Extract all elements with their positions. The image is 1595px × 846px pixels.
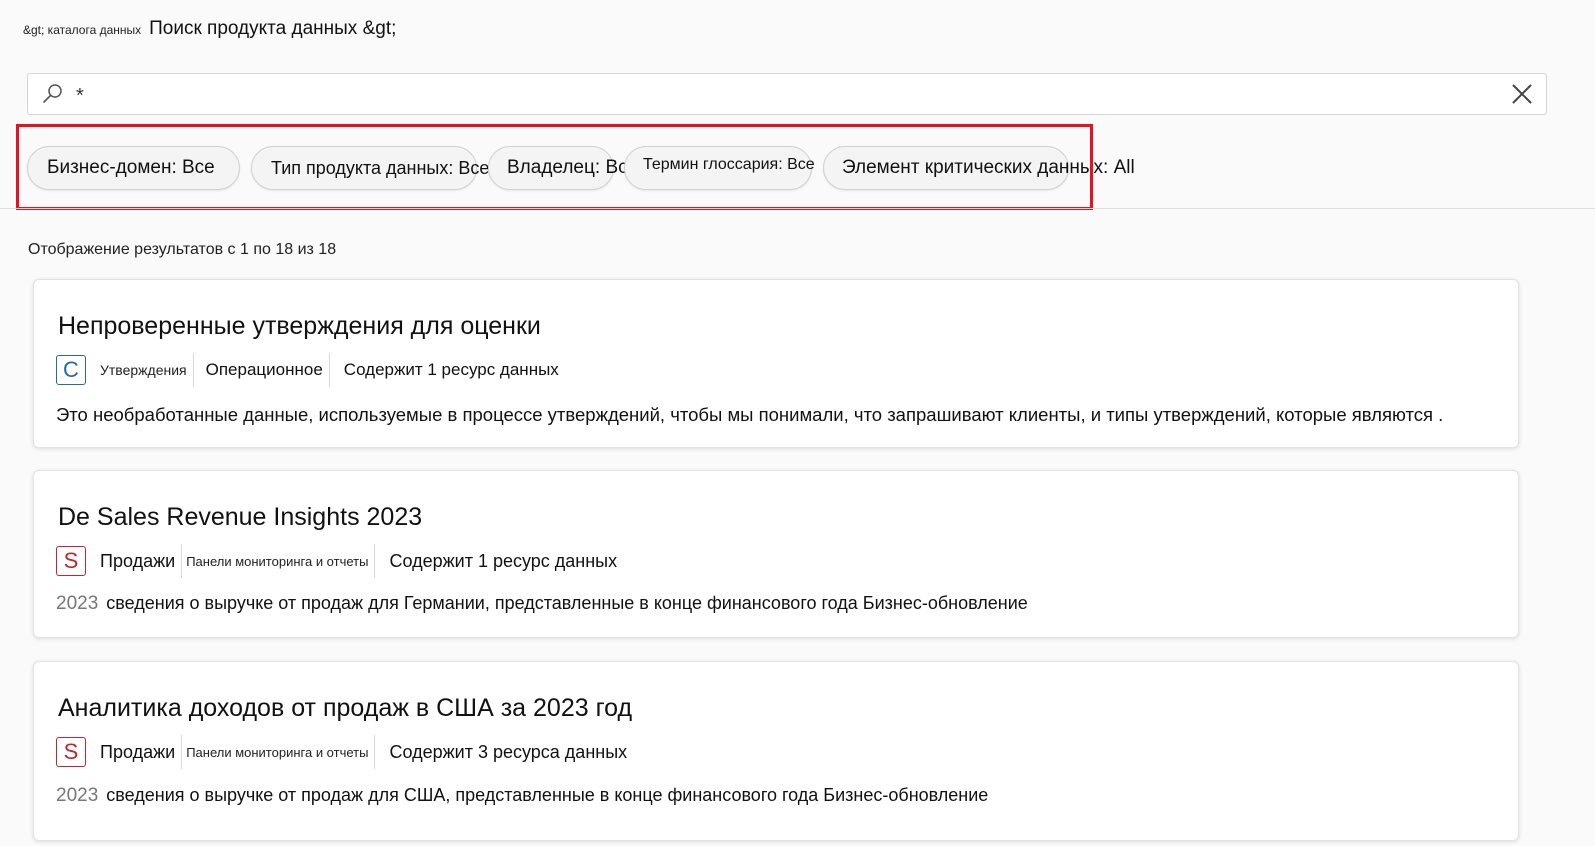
header-divider: [0, 208, 1595, 209]
card-description-text: сведения о выручке от продаж для Германи…: [106, 593, 1028, 613]
result-card[interactable]: De Sales Revenue Insights 2023 S Продажи…: [33, 470, 1519, 638]
card-type: Панели мониторинга и отчеты: [186, 744, 369, 760]
breadcrumb: &gt; каталога данных Поиск продукта данн…: [23, 18, 396, 40]
card-title[interactable]: Непроверенные утверждения для оценки: [58, 312, 541, 341]
card-description: 2023 сведения о выручке от продаж для Гер…: [56, 593, 1028, 615]
card-meta: S Продажи Панели мониторинга и отчеты Со…: [56, 544, 617, 578]
card-contains: Содержит 1 ресурс данных: [389, 550, 618, 571]
domain-badge: C: [56, 355, 86, 385]
card-year: 2023: [56, 785, 99, 806]
card-description: 2023 сведения о выручке от продаж для США…: [56, 785, 988, 807]
card-type: Панели мониторинга и отчеты: [186, 553, 369, 569]
search-input[interactable]: [74, 82, 1478, 110]
card-contains: Содержит 1 ресурс данных: [343, 360, 559, 379]
card-title[interactable]: Аналитика доходов от продаж в США за 202…: [58, 694, 632, 723]
search-icon: [43, 84, 62, 103]
filters-highlight-box: [16, 124, 1093, 210]
card-description: Это необработанные данные, используемые …: [56, 404, 1443, 426]
breadcrumb-catalog-link[interactable]: &gt; каталога данных: [23, 23, 141, 37]
meta-separator: [192, 353, 194, 387]
card-title[interactable]: De Sales Revenue Insights 2023: [58, 503, 422, 532]
meta-separator: [374, 544, 376, 578]
result-card[interactable]: Непроверенные утверждения для оценки C У…: [33, 279, 1519, 448]
breadcrumb-current: Поиск продукта данных &gt;: [149, 18, 397, 39]
card-description-text: сведения о выручке от продаж для США, пр…: [106, 785, 989, 805]
card-meta: S Продажи Панели мониторинга и отчеты Со…: [56, 735, 627, 769]
card-description-text: Это необработанные данные, используемые …: [56, 404, 1444, 425]
card-domain: Продажи: [100, 741, 176, 762]
domain-badge: S: [56, 737, 86, 767]
result-card[interactable]: Аналитика доходов от продаж в США за 202…: [33, 661, 1519, 841]
card-domain: Продажи: [100, 550, 176, 571]
card-contains: Содержит 3 ресурса данных: [389, 741, 628, 762]
search-box: [27, 73, 1547, 115]
meta-separator: [181, 735, 183, 769]
domain-badge: S: [56, 546, 86, 576]
meta-separator: [374, 735, 376, 769]
meta-separator: [328, 353, 330, 387]
card-domain: Утверждения: [100, 362, 187, 378]
card-year: 2023: [56, 593, 99, 614]
card-meta: C Утверждения Операционное Содержит 1 ре…: [56, 353, 559, 387]
results-count: Отображение результатов с 1 по 18 из 18: [28, 241, 337, 258]
card-type: Операционное: [205, 360, 323, 379]
close-icon[interactable]: [1511, 83, 1533, 105]
meta-separator: [181, 544, 183, 578]
